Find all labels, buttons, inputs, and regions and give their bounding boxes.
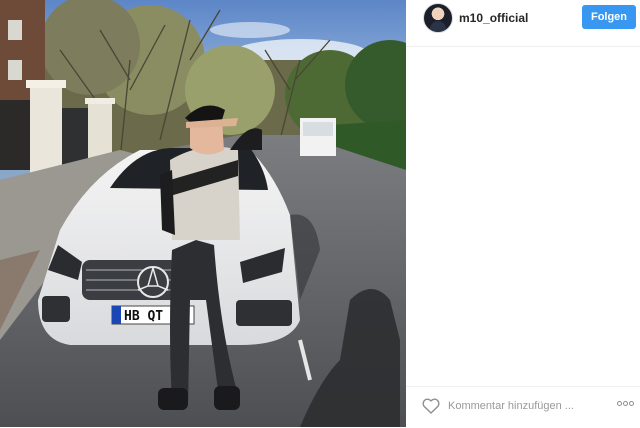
dot-icon (617, 401, 622, 406)
svg-text:HB QT: HB QT (124, 309, 163, 324)
more-options-icon[interactable] (617, 401, 637, 409)
dot-icon (629, 401, 634, 406)
comment-bar (406, 386, 640, 428)
comment-input[interactable] (448, 396, 598, 416)
post-photo[interactable]: HB QT (0, 0, 406, 427)
heart-icon[interactable] (422, 398, 440, 414)
dot-icon (623, 401, 628, 406)
avatar-icon[interactable] (423, 3, 453, 33)
follow-button[interactable]: Folgen (582, 5, 636, 29)
post-photo-image: HB QT (0, 0, 406, 427)
username-link[interactable]: m10_official (459, 11, 528, 25)
post-sidebar: m10_official Folgen (406, 0, 640, 427)
post-header: m10_official Folgen (406, 0, 640, 47)
